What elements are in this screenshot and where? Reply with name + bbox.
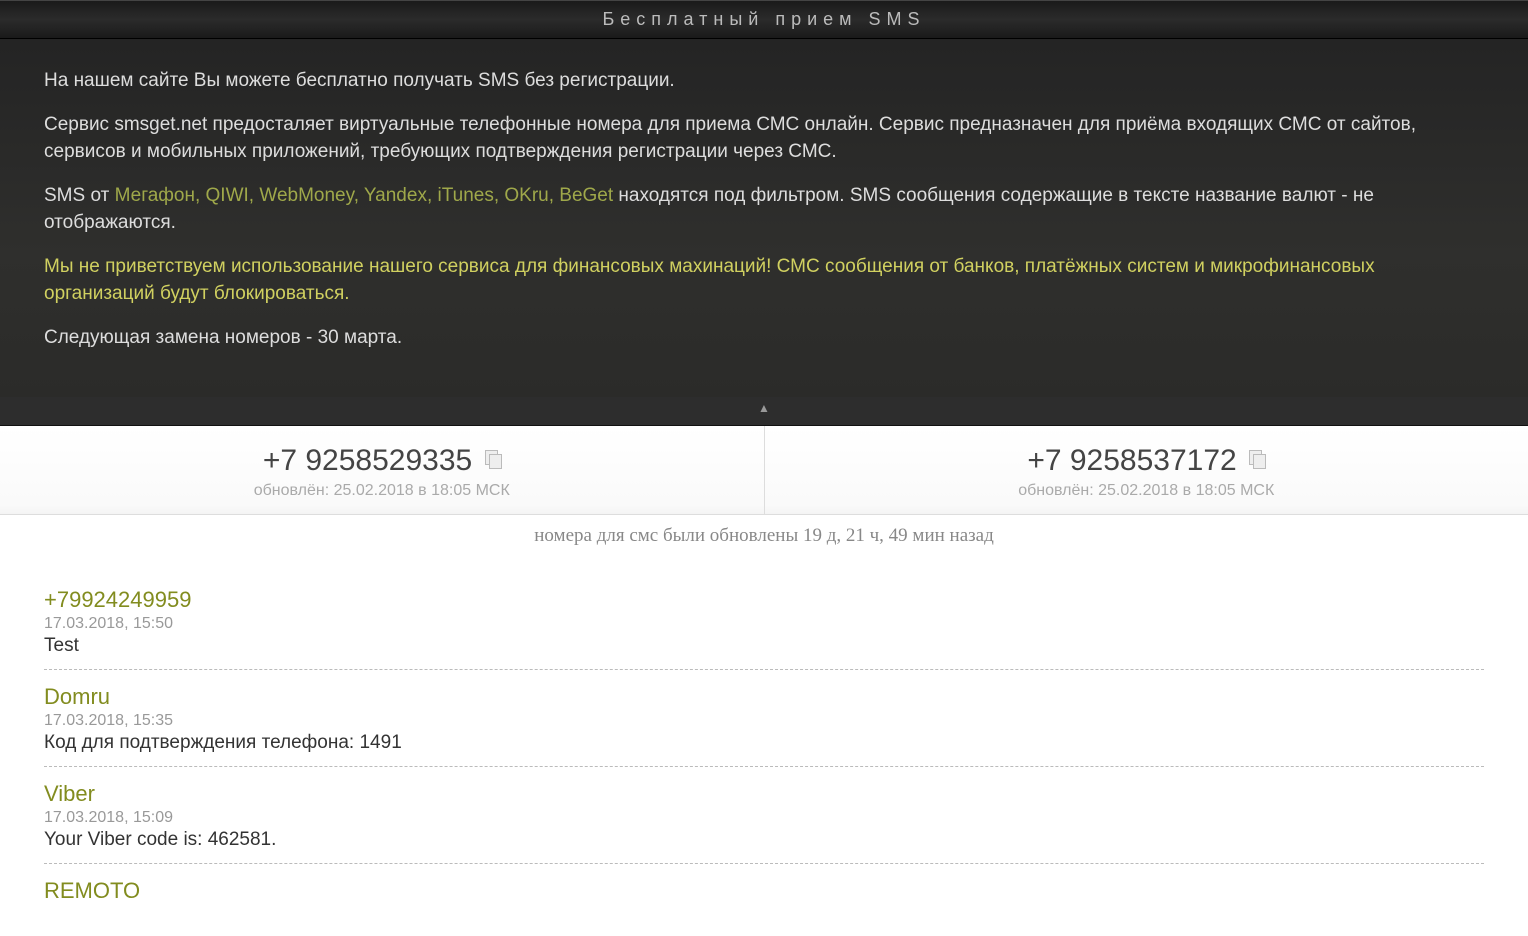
phone-number: +7 9258529335	[263, 444, 472, 478]
phone-number: +7 9258537172	[1027, 444, 1236, 478]
intro-paragraph-3: SMS от Мегафон, QIWI, WebMoney, Yandex, …	[44, 182, 1484, 237]
intro-warning: Мы не приветствуем использование нашего …	[44, 253, 1484, 308]
refresh-info: номера для смс были обновлены 19 д, 21 ч…	[0, 515, 1528, 565]
sms-sender: Domru	[44, 684, 1484, 710]
page-header: Бесплатный прием SMS	[0, 0, 1528, 39]
sms-timestamp: 17.03.2018, 15:35	[44, 712, 1484, 730]
collapse-toggle[interactable]: ▲	[0, 397, 1528, 426]
sms-timestamp: 17.03.2018, 15:50	[44, 615, 1484, 633]
sms-sender: +79924249959	[44, 587, 1484, 613]
chevron-up-icon: ▲	[758, 401, 770, 415]
sms-item: Domru 17.03.2018, 15:35 Код для подтверж…	[44, 670, 1484, 767]
page-title: Бесплатный прием SMS	[602, 9, 925, 29]
sms-item: Viber 17.03.2018, 15:09 Your Viber code …	[44, 767, 1484, 864]
sms-body: Test	[44, 635, 1484, 657]
sms-timestamp: 17.03.2018, 15:09	[44, 809, 1484, 827]
sms-item: +79924249959 17.03.2018, 15:50 Test	[44, 573, 1484, 670]
intro-p3-prefix: SMS от	[44, 185, 115, 206]
phone-updated-label: обновлён: 25.02.2018 в 18:05 МСК	[765, 482, 1528, 500]
sms-sender: Viber	[44, 781, 1484, 807]
copy-icon[interactable]	[1249, 450, 1265, 468]
copy-icon[interactable]	[485, 450, 501, 468]
phone-number-cell: +7 9258529335 обновлён: 25.02.2018 в 18:…	[0, 426, 765, 514]
intro-section: На нашем сайте Вы можете бесплатно получ…	[0, 39, 1528, 397]
sms-body: Код для подтверждения телефона: 1491	[44, 732, 1484, 754]
intro-next-change: Следующая замена номеров - 30 марта.	[44, 324, 1484, 352]
phone-number-cell: +7 9258537172 обновлён: 25.02.2018 в 18:…	[765, 426, 1528, 514]
phone-numbers-row: +7 9258529335 обновлён: 25.02.2018 в 18:…	[0, 426, 1528, 515]
phone-updated-label: обновлён: 25.02.2018 в 18:05 МСК	[0, 482, 764, 500]
sms-item: REMOTO	[44, 864, 1484, 904]
sms-body: Your Viber code is: 462581.	[44, 829, 1484, 851]
filtered-services-link[interactable]: Мегафон, QIWI, WebMoney, Yandex, iTunes,…	[115, 185, 614, 206]
sms-sender: REMOTO	[44, 878, 1484, 904]
intro-paragraph-2: Сервис smsget.net предосталяет виртуальн…	[44, 111, 1484, 166]
sms-list: +79924249959 17.03.2018, 15:50 Test Domr…	[0, 565, 1528, 904]
intro-paragraph-1: На нашем сайте Вы можете бесплатно получ…	[44, 67, 1484, 95]
